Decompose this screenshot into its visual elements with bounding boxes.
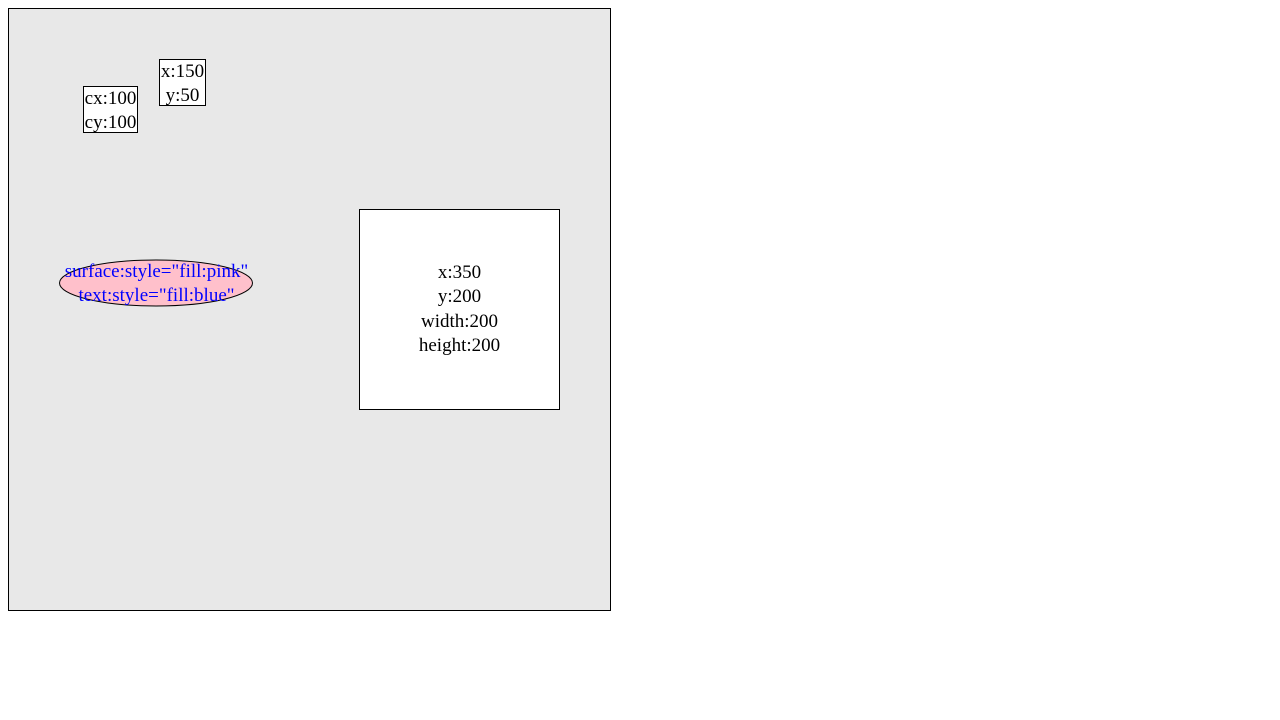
rectangle-shape: x:350 y:200 width:200 height:200 bbox=[359, 209, 560, 410]
rect-y-text: y:200 bbox=[437, 286, 482, 307]
y-text: y:50 bbox=[165, 85, 200, 106]
rect-height-text: height:200 bbox=[418, 335, 501, 356]
cx-text: cx:100 bbox=[84, 88, 137, 109]
rect-width-text: width:200 bbox=[420, 310, 499, 332]
rect-x-text: x:350 bbox=[437, 261, 482, 283]
svg-canvas: cx:100 cy:100 x:150 y:50 surface:style="… bbox=[8, 8, 611, 611]
point-label: x:150 y:50 bbox=[159, 59, 206, 106]
cy-text: cy:100 bbox=[84, 112, 137, 133]
text-style-text: text:style="fill:blue" bbox=[78, 285, 235, 306]
ellipse-label: surface:style="fill:pink" text:style="fi… bbox=[55, 260, 258, 308]
circle-center-label: cx:100 cy:100 bbox=[83, 86, 138, 133]
x-text: x:150 bbox=[160, 61, 205, 82]
surface-style-text: surface:style="fill:pink" bbox=[64, 261, 249, 282]
styled-ellipse: surface:style="fill:pink" text:style="fi… bbox=[59, 259, 254, 307]
